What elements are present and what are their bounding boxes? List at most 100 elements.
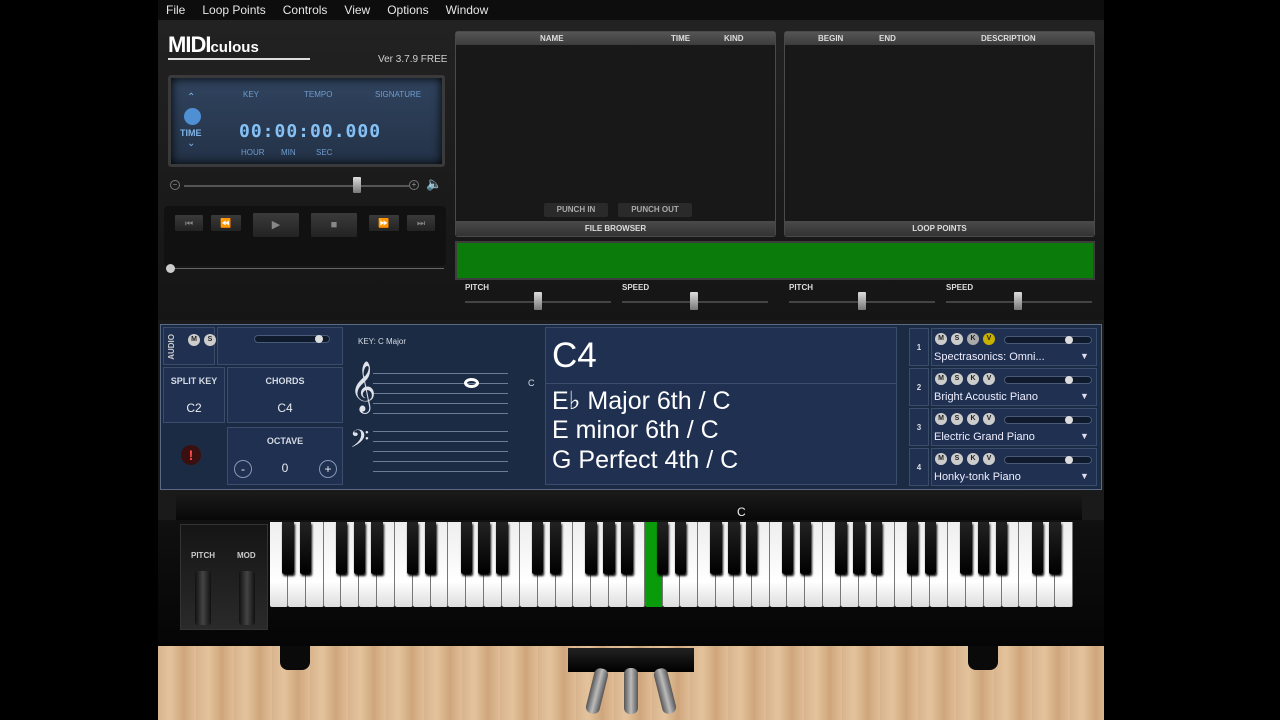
instrument-volume-knob[interactable] bbox=[1065, 336, 1073, 344]
octave-plus-button[interactable]: + bbox=[319, 460, 337, 478]
pitch-wheel[interactable] bbox=[195, 571, 211, 625]
black-key[interactable] bbox=[799, 522, 812, 574]
dropdown-arrow-icon[interactable]: ▼ bbox=[1080, 471, 1089, 481]
col-name[interactable]: NAME bbox=[540, 34, 564, 43]
black-key[interactable] bbox=[1031, 522, 1043, 574]
volume-plus-icon[interactable]: + bbox=[409, 180, 419, 190]
dropdown-arrow-icon[interactable]: ▼ bbox=[1080, 351, 1089, 361]
black-key[interactable] bbox=[603, 522, 615, 574]
speaker-icon[interactable]: 🔈 bbox=[426, 176, 442, 192]
alert-icon[interactable]: ! bbox=[181, 445, 201, 465]
audio-mute-button[interactable]: M bbox=[188, 334, 200, 346]
keyboard-toggle-button[interactable]: K bbox=[967, 373, 979, 385]
visual-toggle-button[interactable]: V bbox=[983, 413, 995, 425]
menu-options[interactable]: Options bbox=[387, 3, 428, 17]
black-key[interactable] bbox=[531, 522, 544, 574]
instrument-select[interactable]: Bright Acoustic Piano bbox=[934, 391, 1038, 403]
instrument-volume-slider[interactable] bbox=[1004, 376, 1092, 384]
time-up-arrow-icon[interactable]: ⌃ bbox=[187, 92, 195, 103]
pitch-slider-2-knob[interactable] bbox=[858, 292, 866, 310]
black-key[interactable] bbox=[871, 522, 883, 574]
audio-volume-knob[interactable] bbox=[315, 335, 323, 343]
black-key[interactable] bbox=[621, 522, 633, 574]
audio-volume-slider[interactable] bbox=[254, 335, 330, 343]
col-time[interactable]: TIME bbox=[671, 34, 690, 43]
loop-points-tab[interactable]: LOOP POINTS bbox=[785, 221, 1094, 236]
black-key[interactable] bbox=[1049, 522, 1061, 574]
solo-button[interactable]: S bbox=[951, 413, 963, 425]
solo-button[interactable]: S bbox=[951, 373, 963, 385]
black-key[interactable] bbox=[549, 522, 562, 574]
split-key-value[interactable]: C2 bbox=[164, 401, 224, 415]
instrument-volume-knob[interactable] bbox=[1065, 456, 1073, 464]
menu-loop-points[interactable]: Loop Points bbox=[202, 3, 265, 17]
black-key[interactable] bbox=[835, 522, 847, 574]
instrument-select[interactable]: Spectrasonics: Omni... bbox=[934, 351, 1045, 363]
dropdown-arrow-icon[interactable]: ▼ bbox=[1080, 431, 1089, 441]
solo-button[interactable]: S bbox=[951, 453, 963, 465]
col-description[interactable]: DESCRIPTION bbox=[981, 34, 1036, 43]
fast-forward-button[interactable]: ⏩ bbox=[368, 214, 400, 232]
black-key[interactable] bbox=[282, 522, 294, 574]
skip-start-button[interactable]: ⏮ bbox=[174, 214, 204, 232]
solo-button[interactable]: S bbox=[951, 333, 963, 345]
mute-button[interactable]: M bbox=[935, 333, 947, 345]
keyboard-toggle-button[interactable]: K bbox=[967, 413, 979, 425]
chords-value[interactable]: C4 bbox=[228, 401, 342, 415]
black-key[interactable] bbox=[353, 522, 365, 574]
col-begin[interactable]: BEGIN bbox=[818, 34, 843, 43]
instrument-volume-slider[interactable] bbox=[1004, 416, 1092, 424]
black-key[interactable] bbox=[335, 522, 348, 574]
rewind-button[interactable]: ⏪ bbox=[210, 214, 242, 232]
position-knob[interactable] bbox=[166, 264, 175, 273]
instrument-volume-slider[interactable] bbox=[1004, 336, 1092, 344]
audio-solo-button[interactable]: S bbox=[204, 334, 216, 346]
col-end[interactable]: END bbox=[879, 34, 896, 43]
speed-slider-2-knob[interactable] bbox=[1014, 292, 1022, 310]
black-key[interactable] bbox=[728, 522, 740, 574]
instrument-select[interactable]: Electric Grand Piano bbox=[934, 431, 1035, 443]
instrument-select[interactable]: Honky-tonk Piano bbox=[934, 471, 1021, 483]
black-key[interactable] bbox=[924, 522, 936, 574]
mute-button[interactable]: M bbox=[935, 453, 947, 465]
black-key[interactable] bbox=[496, 522, 508, 574]
split-key-cell[interactable]: SPLIT KEY C2 bbox=[163, 367, 225, 423]
black-key[interactable] bbox=[656, 522, 669, 574]
time-mode-label[interactable]: TIME bbox=[180, 128, 202, 138]
menu-file[interactable]: File bbox=[166, 3, 185, 17]
chords-cell[interactable]: CHORDS C4 bbox=[227, 367, 343, 423]
keyboard-toggle-button[interactable]: K bbox=[967, 453, 979, 465]
mute-button[interactable]: M bbox=[935, 373, 947, 385]
speed-slider-knob[interactable] bbox=[690, 292, 698, 310]
time-down-arrow-icon[interactable]: ⌄ bbox=[187, 138, 195, 149]
black-key[interactable] bbox=[853, 522, 865, 574]
visual-toggle-button[interactable]: V bbox=[983, 333, 995, 345]
waveform-display[interactable] bbox=[455, 241, 1095, 280]
punch-in-button[interactable]: PUNCH IN bbox=[544, 203, 608, 217]
black-key[interactable] bbox=[674, 522, 687, 574]
play-button[interactable]: ▶ bbox=[252, 212, 300, 238]
pitch-slider-knob[interactable] bbox=[534, 292, 542, 310]
instrument-volume-slider[interactable] bbox=[1004, 456, 1092, 464]
punch-out-button[interactable]: PUNCH OUT bbox=[618, 203, 692, 217]
black-key[interactable] bbox=[424, 522, 437, 574]
skip-end-button[interactable]: ⏭ bbox=[406, 214, 436, 232]
piano-keyboard[interactable] bbox=[270, 522, 1073, 607]
dropdown-arrow-icon[interactable]: ▼ bbox=[1080, 391, 1089, 401]
instrument-volume-knob[interactable] bbox=[1065, 416, 1073, 424]
black-key[interactable] bbox=[978, 522, 990, 574]
keyboard-toggle-button[interactable]: K bbox=[967, 333, 979, 345]
black-key[interactable] bbox=[407, 522, 419, 574]
black-key[interactable] bbox=[781, 522, 794, 574]
black-key[interactable] bbox=[585, 522, 597, 574]
visual-toggle-button[interactable]: V bbox=[983, 373, 995, 385]
record-stop-button[interactable]: ■ bbox=[310, 212, 358, 238]
black-key[interactable] bbox=[906, 522, 919, 574]
volume-track[interactable] bbox=[184, 185, 409, 187]
black-key[interactable] bbox=[746, 522, 758, 574]
black-key[interactable] bbox=[995, 522, 1008, 574]
visual-toggle-button[interactable]: V bbox=[983, 453, 995, 465]
position-track[interactable] bbox=[170, 268, 444, 269]
black-key[interactable] bbox=[478, 522, 490, 574]
pedal[interactable] bbox=[624, 668, 638, 714]
